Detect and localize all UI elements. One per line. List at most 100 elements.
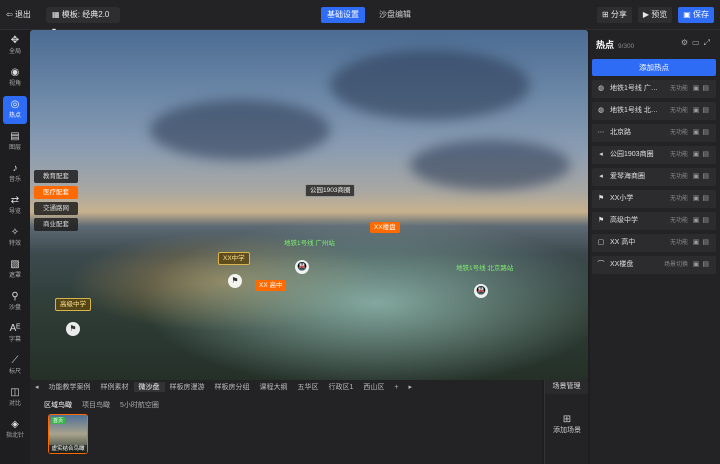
edit-icon[interactable]: ▣▤: [693, 102, 712, 120]
top-bar: ⇦ 退出 ▦ 模板: 经典2.0 ▾ 基础设置 沙盘编辑 ⊞ 分享 ▶ 预览 ▣…: [0, 0, 720, 35]
scene-tab[interactable]: 微沙盘: [133, 382, 165, 392]
chevron-right-icon[interactable]: ▸: [404, 383, 418, 391]
scene-tab[interactable]: 行政区1: [324, 382, 359, 392]
edit-icon[interactable]: ▣▤: [693, 256, 712, 274]
guide-icon: ⇄: [10, 195, 20, 206]
share-button[interactable]: ⊞ 分享: [596, 7, 632, 23]
chevron-left-icon[interactable]: ◂: [30, 383, 44, 391]
save-button[interactable]: ▣ 保存: [678, 7, 714, 23]
add-scene-button[interactable]: ⊞ 添加场景: [545, 414, 589, 435]
metro-icon[interactable]: 🚇: [295, 260, 309, 274]
exit-label: 退出: [14, 10, 31, 19]
cloud-shape: [150, 100, 330, 160]
hotspot-park[interactable]: 公园1903商圈: [305, 184, 356, 197]
scene-manager: 场景管理 ⊞ 添加场景: [544, 380, 588, 464]
cloud-shape: [330, 50, 530, 120]
edit-icon[interactable]: ▣▤: [693, 124, 712, 142]
list-item[interactable]: ⚑ XX小学 无功能 ▣▤: [592, 190, 716, 208]
sidebar-item-global[interactable]: ✥ 全局: [3, 32, 27, 60]
sidebar-item-guide[interactable]: ⇄ 导览: [3, 192, 27, 220]
scene-tab[interactable]: 课程大纲: [255, 382, 293, 392]
sidebar-item-sandbox[interactable]: ⚲ 沙盘: [3, 288, 27, 316]
scene-tab[interactable]: 样例素材: [96, 382, 134, 392]
sidebar-item-music[interactable]: ♪ 音乐: [3, 160, 27, 188]
edit-icon[interactable]: ▣▤: [693, 80, 712, 98]
tag-commerce[interactable]: 商业配套: [34, 218, 78, 231]
template-label: 模板: 经典2.0: [61, 10, 110, 19]
subtab-project[interactable]: 项目鸟瞰: [82, 400, 110, 410]
sidebar-item-compare[interactable]: ◫ 对比: [3, 384, 27, 412]
list-item[interactable]: ◍地铁1号线 北京路站无功能▣▤: [592, 102, 716, 120]
panel-tools: ⚙▭⤢: [681, 38, 714, 48]
scene-tab[interactable]: 样板房漫游: [165, 382, 210, 392]
metro-icon[interactable]: 🚇: [474, 284, 488, 298]
sidebar-item-effects[interactable]: ✧ 特效: [3, 224, 27, 252]
ruler-icon: ⟋: [11, 355, 19, 366]
add-hotspot-button[interactable]: 添加热点: [592, 59, 716, 76]
sidebar-item-layers[interactable]: ▤ 图层: [3, 128, 27, 156]
panorama-viewport[interactable]: 教育配套 医疗配套 交通路网 商业配套 公园1903商圈 XX楼盘 XX中学 X…: [30, 30, 588, 380]
sidebar-item-mask[interactable]: ▧ 遮罩: [3, 256, 27, 284]
list-item[interactable]: ◂ 公园1903商圈 无功能 ▣▤: [592, 146, 716, 164]
tab-basic-settings[interactable]: 基础设置: [321, 7, 365, 23]
tag-medical[interactable]: 医疗配套: [34, 186, 78, 199]
share-icon: ⊞: [601, 10, 611, 19]
tag-traffic[interactable]: 交通路网: [34, 202, 78, 215]
add-scene-icon: ⊞: [562, 414, 572, 425]
scene-thumbnail[interactable]: 首页 虚实结合鸟瞰: [48, 414, 88, 454]
scene-tab[interactable]: 西山区: [358, 382, 389, 392]
mode-tabs: 基础设置 沙盘编辑: [321, 7, 417, 23]
edit-icon[interactable]: ▣▤: [693, 234, 712, 252]
subtab-flight[interactable]: 5小时航空圈: [120, 400, 159, 410]
sidebar-item-hotspot[interactable]: ◎ 热点: [3, 96, 27, 124]
home-badge: 首页: [51, 417, 66, 424]
tag-education[interactable]: 教育配套: [34, 170, 78, 183]
hotspot-xx-plate[interactable]: XX楼盘: [370, 222, 400, 233]
subtab-region[interactable]: 区域鸟瞰: [44, 400, 72, 410]
panel-title: 热点 9/300: [596, 40, 635, 50]
scene-tab[interactable]: 样板房分组: [210, 382, 255, 392]
list-item[interactable]: ⌒ XX楼盘 场景切换 ▣▤: [592, 256, 716, 274]
edit-icon[interactable]: ▣▤: [693, 168, 712, 186]
edit-icon[interactable]: ▣▤: [693, 212, 712, 230]
eye-icon: ◉: [10, 67, 20, 78]
template-select[interactable]: ▦ 模板: 经典2.0 ▾: [46, 7, 120, 35]
music-icon: ♪: [12, 163, 18, 174]
preview-button[interactable]: ▶ 预览: [637, 7, 673, 23]
hotspot-xx-middle[interactable]: XX中学: [218, 252, 250, 265]
scene-tab[interactable]: 功能教学案例: [44, 382, 96, 392]
gear-icon[interactable]: ⚙: [681, 38, 692, 47]
flag-icon[interactable]: ⚑: [66, 322, 80, 336]
tag-icon: ◂: [599, 173, 603, 180]
text-icon: Aᴱ: [9, 323, 21, 334]
hotspot-metro-2[interactable]: 地铁1号线 北京路站: [452, 263, 517, 274]
tab-sandbox-edit[interactable]: 沙盘编辑: [373, 7, 417, 23]
exit-button[interactable]: ⇦ 退出: [6, 7, 31, 23]
list-item[interactable]: ◍ 地铁1号线 广州站 无功能 ▣▤: [592, 80, 716, 98]
hotspot-gaoji[interactable]: 高级中学: [55, 298, 91, 311]
sidebar-item-ruler[interactable]: ⟋ 标尺: [3, 352, 27, 380]
flag-icon[interactable]: ⚑: [228, 274, 242, 288]
frame-icon: ▢: [597, 239, 605, 246]
sidebar-item-subtitle[interactable]: Aᴱ 字幕: [3, 320, 27, 348]
edit-icon[interactable]: ▣▤: [693, 146, 712, 164]
sidebar-item-compass[interactable]: ◈ 指北针: [3, 416, 27, 444]
hotspot-icon: ◎: [10, 99, 20, 110]
metro-icon: ◍: [597, 107, 605, 114]
move-icon: ✥: [10, 35, 20, 46]
list-item[interactable]: ⚑ 高级中学 无功能 ▣▤: [592, 212, 716, 230]
list-item[interactable]: ▢ XX 高中 无功能 ▣▤: [592, 234, 716, 252]
layers-icon: ▤: [10, 131, 20, 142]
hotspot-panel: 热点 9/300 ⚙▭⤢ 添加热点 ◍ 地铁1号线 广州站 无功能 ▣▤ ◍ 地铁1号线 …: [590, 30, 720, 464]
plus-icon[interactable]: +: [389, 384, 403, 391]
hotspot-xx-high[interactable]: XX 高中: [255, 280, 287, 291]
folder-icon[interactable]: ▭: [692, 38, 704, 47]
expand-icon[interactable]: ⤢: [704, 38, 714, 47]
scene-tab[interactable]: 五华区: [293, 382, 324, 392]
hotspot-metro-1[interactable]: 地铁1号线 广州站: [280, 238, 339, 249]
mask-icon: ▧: [10, 259, 20, 270]
sidebar-item-view[interactable]: ◉ 视角: [3, 64, 27, 92]
list-item[interactable]: ◂ 爱琴海商圈 无功能 ▣▤: [592, 168, 716, 186]
list-item[interactable]: ⋯ 北京路 无功能 ▣▤: [592, 124, 716, 142]
edit-icon[interactable]: ▣▤: [693, 190, 712, 208]
